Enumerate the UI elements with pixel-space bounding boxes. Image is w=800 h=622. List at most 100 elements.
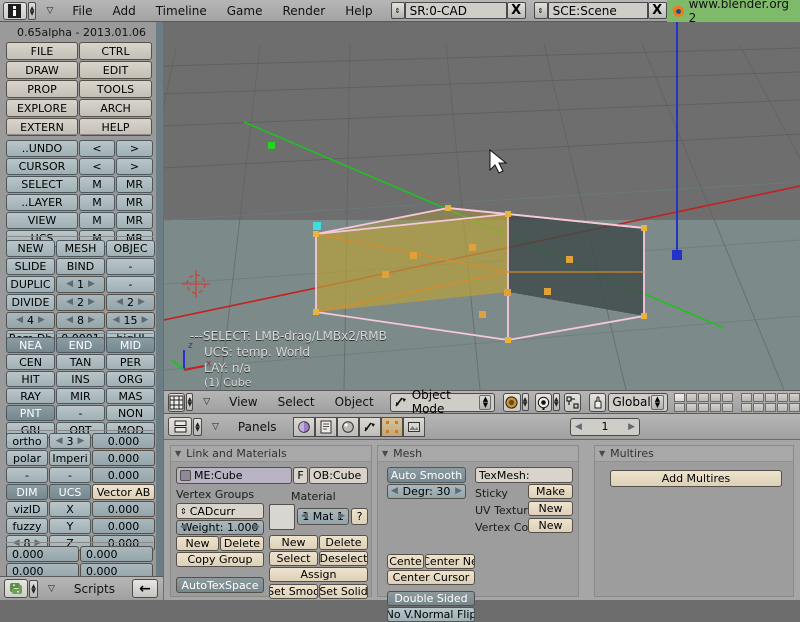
panel-collapse-icon[interactable]: ▼ [175, 449, 181, 458]
cad-panel-scrollbar[interactable] [156, 22, 163, 576]
tab-material-icon[interactable] [336, 416, 359, 437]
dec-icon[interactable]: ◀ [116, 298, 123, 307]
mesh-link-icon[interactable] [180, 470, 191, 481]
layer-cell[interactable] [764, 392, 776, 402]
cad-btn-btn[interactable]: - [106, 276, 155, 293]
material-index-field[interactable]: ◀ 1 Mat 1 ▶ [297, 508, 349, 525]
layer-cell[interactable] [709, 402, 721, 412]
inc-icon[interactable]: ▶ [142, 316, 149, 325]
cad-btn-4[interactable]: ◀ 4 ▶ [6, 312, 55, 329]
cad-snap-mas[interactable]: MAS [106, 388, 155, 404]
delete-scene-button[interactable]: X [647, 2, 667, 19]
inc-icon[interactable]: ▶ [138, 298, 145, 307]
scene-name-field[interactable]: SCE:Scene [547, 2, 648, 19]
material-delete-button[interactable]: Delete [319, 535, 368, 550]
viewport-menu-collapse-icon[interactable]: ▽ [203, 397, 210, 407]
mode-selector[interactable]: Object Mode ▲ ▼ [389, 388, 496, 416]
layer-cell[interactable] [764, 402, 776, 412]
cad-coord-field[interactable]: 0.000 [6, 546, 79, 562]
set-solid-button[interactable]: Set Solid [319, 584, 368, 599]
cad-snap-mid[interactable]: MID [106, 337, 155, 353]
texmesh-field[interactable]: TexMesh: [475, 467, 573, 483]
cad-snap-nea[interactable]: NEA [6, 337, 55, 353]
hand-manipulator-icon[interactable] [589, 392, 607, 412]
menu-timeline[interactable]: Timeline [156, 4, 207, 18]
set-smooth-button[interactable]: Set Smoo [269, 584, 318, 599]
cad-btn-cursor[interactable]: CURSOR [6, 158, 78, 175]
vgroup-delete-button[interactable]: Delete [220, 536, 264, 551]
back-arrow-icon[interactable]: ← [132, 579, 158, 598]
blender-version-link[interactable]: www.blender.org 2 [666, 0, 800, 25]
scripts-editor-spinner[interactable]: ▲ ▼ [29, 579, 38, 598]
cad-btn-prop[interactable]: PROP [6, 80, 78, 98]
cad-btn-m[interactable]: M [79, 194, 115, 211]
vgroup-spinner-icon[interactable]: ⇕ [180, 507, 187, 516]
layer-cell[interactable] [697, 402, 709, 412]
layer-cell[interactable] [788, 402, 800, 412]
cad-dim-dim[interactable]: DIM [6, 484, 48, 500]
mode-spinner[interactable]: ▲ ▼ [479, 394, 492, 410]
python-script-icon[interactable] [4, 579, 28, 598]
cad-btn-15[interactable]: ◀ 15 ▶ [106, 312, 155, 329]
cad-snap-hit[interactable]: HIT [6, 371, 55, 387]
cad-snap-cen[interactable]: CEN [6, 354, 55, 370]
menu-collapse-icon[interactable]: ▽ [46, 6, 53, 16]
dec-icon[interactable]: ◀ [56, 436, 63, 446]
dec-icon[interactable]: ◀ [66, 280, 73, 289]
inc-icon[interactable]: ▶ [78, 436, 85, 446]
cad-dim-0-000[interactable]: 0.000 [92, 467, 155, 483]
cad-btn-objec[interactable]: OBJEC [106, 240, 155, 257]
weight-slider[interactable]: ◀ Weight: 1.000 ▶ [176, 520, 264, 535]
light-spinner[interactable]: ▲ ▼ [552, 393, 560, 411]
cad-dim-x[interactable]: X [49, 501, 91, 517]
material-preview-swatch[interactable] [269, 504, 295, 530]
cad-dim-0-000[interactable]: 0.000 [92, 501, 155, 517]
cad-dim-y[interactable]: Y [49, 518, 91, 534]
screen-name-field[interactable]: SR:0-CAD [404, 2, 507, 19]
menu-add[interactable]: Add [112, 4, 135, 18]
layer-cell[interactable] [740, 402, 752, 412]
cad-btn-divide[interactable]: DIVIDE [6, 294, 55, 311]
grid-view-icon[interactable] [168, 392, 186, 412]
sticky-make-button[interactable]: Make [528, 484, 573, 499]
auto-smooth-degree-slider[interactable]: ◀ Degr: 30 ▶ [387, 484, 466, 499]
delete-screen-button[interactable]: X [506, 2, 526, 19]
layer-cell[interactable] [673, 402, 685, 412]
material-assign-button[interactable]: Assign [269, 567, 368, 582]
viewport-menu-select[interactable]: Select [278, 395, 315, 409]
cad-snap-non[interactable]: NON [106, 405, 155, 421]
cad-dim-btn[interactable]: - [6, 467, 48, 483]
panel-multires-title[interactable]: ▼ Multires [595, 446, 793, 462]
dec-icon[interactable]: ◀ [66, 316, 73, 325]
cad-btn-explore[interactable]: EXPLORE [6, 99, 78, 117]
layer-cell[interactable] [685, 392, 697, 402]
info-icon[interactable] [3, 1, 27, 20]
dec-icon[interactable]: ◀ [16, 316, 23, 325]
layer-cell[interactable] [740, 392, 752, 402]
cad-dim-0-000[interactable]: 0.000 [92, 518, 155, 534]
material-new-button[interactable]: New [269, 535, 318, 550]
material-help-button[interactable]: ? [351, 508, 368, 525]
panel-mesh-collapse-icon[interactable]: ▼ [382, 449, 388, 458]
layer-cell[interactable] [721, 402, 733, 412]
cad-btn-undo[interactable]: ..UNDO [6, 140, 78, 157]
cad-btn-8[interactable]: ◀ 8 ▶ [56, 312, 105, 329]
cad-snap-ins[interactable]: INS [56, 371, 105, 387]
cad-dim-polar[interactable]: polar [6, 450, 48, 466]
no-vnormal-flip-toggle[interactable]: No V.Normal Flip [387, 607, 475, 622]
cad-btn-file[interactable]: FILE [6, 42, 78, 60]
menu-help[interactable]: Help [345, 4, 372, 18]
cad-btn-m[interactable]: M [79, 176, 115, 193]
cad-btn-mr[interactable]: MR [116, 176, 153, 193]
cad-btn-slide[interactable]: SLIDE [6, 258, 55, 275]
buttons-window-icon[interactable] [168, 417, 192, 436]
cad-snap-per[interactable]: PER [106, 354, 155, 370]
cad-dim-fuzzy[interactable]: fuzzy [6, 518, 48, 534]
cad-btn-select[interactable]: SELECT [6, 176, 78, 193]
cad-btn-btn[interactable]: > [116, 158, 153, 175]
cad-dim-ortho[interactable]: ortho [6, 433, 48, 449]
cad-dim-imperi[interactable]: Imperi [49, 450, 91, 466]
scene-selector[interactable]: ⇕ SCE:Scene X [533, 2, 667, 19]
panel-multires-collapse-icon[interactable]: ▼ [599, 449, 605, 458]
cad-btn-mr[interactable]: MR [116, 194, 153, 211]
